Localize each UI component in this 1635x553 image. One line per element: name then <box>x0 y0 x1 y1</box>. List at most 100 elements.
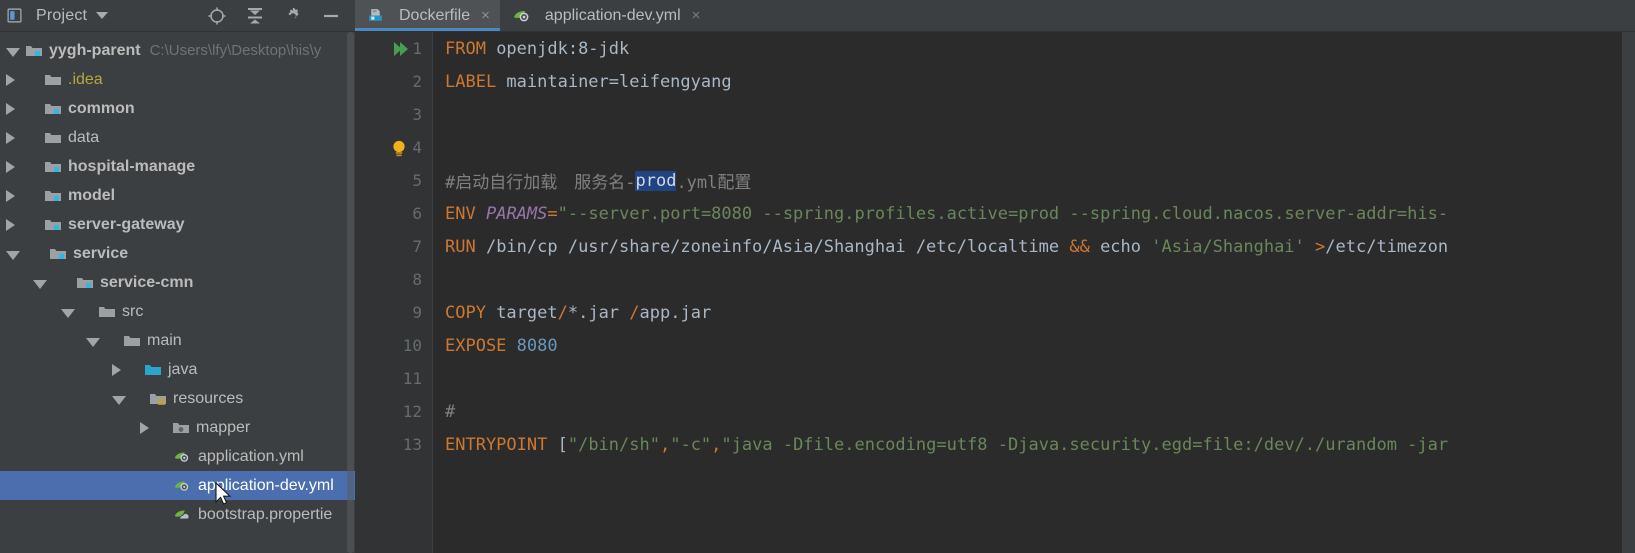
module-folder-icon <box>44 217 62 233</box>
ide-window: Project Dockerfile × application-dev.yml… <box>0 0 1635 553</box>
code-token: #启动自行加载 服务名- <box>445 173 636 193</box>
tree-row-java[interactable]: java <box>0 355 355 384</box>
code-line-7: RUN /bin/cp /usr/share/zoneinfo/Asia/Sha… <box>445 230 1635 263</box>
code-token: FROM <box>445 38 486 59</box>
folder-icon <box>44 72 62 88</box>
chevron-collapsed-icon[interactable] <box>6 218 15 231</box>
tree-row-service[interactable]: service <box>0 239 355 268</box>
chevron-collapsed-icon[interactable] <box>6 160 15 173</box>
close-icon[interactable]: × <box>692 7 701 24</box>
code-token: .yml配置 <box>676 173 752 193</box>
code-token: # <box>445 401 456 422</box>
tree-label: application.yml <box>198 447 304 465</box>
line-number: 2 <box>412 72 422 91</box>
chevron-collapsed-icon[interactable] <box>6 189 15 202</box>
run-double-arrow-icon[interactable] <box>391 39 411 59</box>
scrollbar-thumb[interactable] <box>347 32 354 553</box>
tree-row-data[interactable]: data <box>0 123 355 152</box>
code-token: PARAMS <box>485 203 548 224</box>
project-tree[interactable]: yygh-parent C:\Users\lfy\Desktop\his\y .… <box>0 32 355 553</box>
project-panel-title-group[interactable]: Project <box>6 6 109 25</box>
locate-icon[interactable] <box>207 6 227 26</box>
tree-row-yygh-parent[interactable]: yygh-parent C:\Users\lfy\Desktop\his\y <box>0 36 355 65</box>
source-root-folder-icon <box>144 362 162 378</box>
code-token: ENTRYPOINT <box>445 434 548 455</box>
collapse-all-icon[interactable] <box>245 6 265 26</box>
tree-label: bootstrap.propertie <box>198 505 333 523</box>
tree-project-path: C:\Users\lfy\Desktop\his\y <box>149 42 322 59</box>
tree-row-bootstrap-properties[interactable]: bootstrap.propertie <box>0 500 355 529</box>
minimize-icon[interactable] <box>321 6 341 26</box>
editor-gutter[interactable]: 1 2 3 4 5 6 7 8 9 10 11 12 13 <box>355 32 433 553</box>
chevron-collapsed-icon[interactable] <box>6 131 15 144</box>
chevron-collapsed-icon[interactable] <box>6 102 15 115</box>
tree-row-application-yml[interactable]: application.yml <box>0 442 355 471</box>
code-token: /bin/cp /usr/share/zoneinfo/Asia/Shangha… <box>475 236 1070 257</box>
project-tree-scrollbar[interactable] <box>346 32 355 553</box>
code-token: = <box>547 203 558 224</box>
module-folder-icon <box>44 188 62 204</box>
tree-label: application-dev.yml <box>198 476 334 494</box>
code-token: , <box>711 434 722 455</box>
code-token: --server.port=8080 --spring.profiles.act… <box>567 203 1449 224</box>
tree-row-src[interactable]: src <box>0 297 355 326</box>
chevron-expanded-icon[interactable] <box>33 279 47 289</box>
editor-tab-label: Dockerfile <box>399 6 471 24</box>
tree-label: hospital-manage <box>68 157 196 175</box>
chevron-collapsed-icon[interactable] <box>112 363 121 376</box>
code-editor[interactable]: 1 2 3 4 5 6 7 8 9 10 11 12 13 FROM openj… <box>355 32 1635 553</box>
line-number: 9 <box>412 303 422 322</box>
chevron-expanded-icon[interactable] <box>6 47 20 57</box>
spring-yaml-icon <box>511 6 531 26</box>
chevron-expanded-icon[interactable] <box>6 250 20 260</box>
line-number: 6 <box>412 204 422 223</box>
lightbulb-intention-icon[interactable] <box>389 138 409 160</box>
project-panel-toolbar <box>207 6 351 26</box>
close-icon[interactable]: × <box>481 7 490 24</box>
tree-row-mapper[interactable]: mapper <box>0 413 355 442</box>
chevron-down-icon[interactable] <box>96 12 109 19</box>
tree-row-application-dev-yml[interactable]: application-dev.yml <box>0 471 355 500</box>
tree-label: server-gateway <box>68 215 185 233</box>
chevron-expanded-icon[interactable] <box>112 395 126 405</box>
code-token: RUN <box>445 236 476 257</box>
tree-row-main[interactable]: main <box>0 326 355 355</box>
code-content[interactable]: FROM openjdk:8-jdk LABEL maintainer=leif… <box>433 32 1635 553</box>
editor-tab-dockerfile[interactable]: Dockerfile × <box>355 0 500 31</box>
tree-label: main <box>147 331 182 349</box>
folder-icon <box>98 304 116 320</box>
tree-row-service-cmn[interactable]: service-cmn <box>0 268 355 297</box>
module-folder-icon <box>76 275 94 291</box>
tree-label: common <box>68 99 135 117</box>
tree-row-idea[interactable]: .idea <box>0 65 355 94</box>
chevron-expanded-icon[interactable] <box>61 308 75 318</box>
chevron-collapsed-icon[interactable] <box>140 421 149 434</box>
editor-tab-application-dev-yml[interactable]: application-dev.yml × <box>500 0 711 31</box>
project-panel-label: Project <box>36 6 88 24</box>
tree-row-resources[interactable]: resources <box>0 384 355 413</box>
module-folder-icon <box>49 246 67 262</box>
chevron-expanded-icon[interactable] <box>86 337 100 347</box>
folder-icon <box>44 130 62 146</box>
code-token: / <box>557 302 568 323</box>
code-token: / <box>629 302 640 323</box>
tree-row-hospital-manage[interactable]: hospital-manage <box>0 152 355 181</box>
ide-body: yygh-parent C:\Users\lfy\Desktop\his\y .… <box>0 32 1635 553</box>
line-number: 3 <box>412 105 422 124</box>
chevron-collapsed-icon[interactable] <box>6 73 15 86</box>
code-line-2: LABEL maintainer=leifengyang <box>445 65 1635 98</box>
tree-row-common[interactable]: common <box>0 94 355 123</box>
module-folder-icon <box>44 159 62 175</box>
code-token: "-c" <box>670 434 712 455</box>
code-token: "java -Dfile.encoding=utf8 -Djava.securi… <box>721 434 1449 455</box>
tree-row-model[interactable]: model <box>0 181 355 210</box>
gear-icon[interactable] <box>283 6 303 26</box>
code-line-12: # <box>445 395 1635 428</box>
tree-label: resources <box>173 389 244 407</box>
tree-label: src <box>122 302 144 320</box>
editor-scrollbar[interactable] <box>1622 32 1635 553</box>
code-line-13: ENTRYPOINT ["/bin/sh", "-c", "java -Dfile.… <box>445 428 1635 461</box>
tree-row-server-gateway[interactable]: server-gateway <box>0 210 355 239</box>
